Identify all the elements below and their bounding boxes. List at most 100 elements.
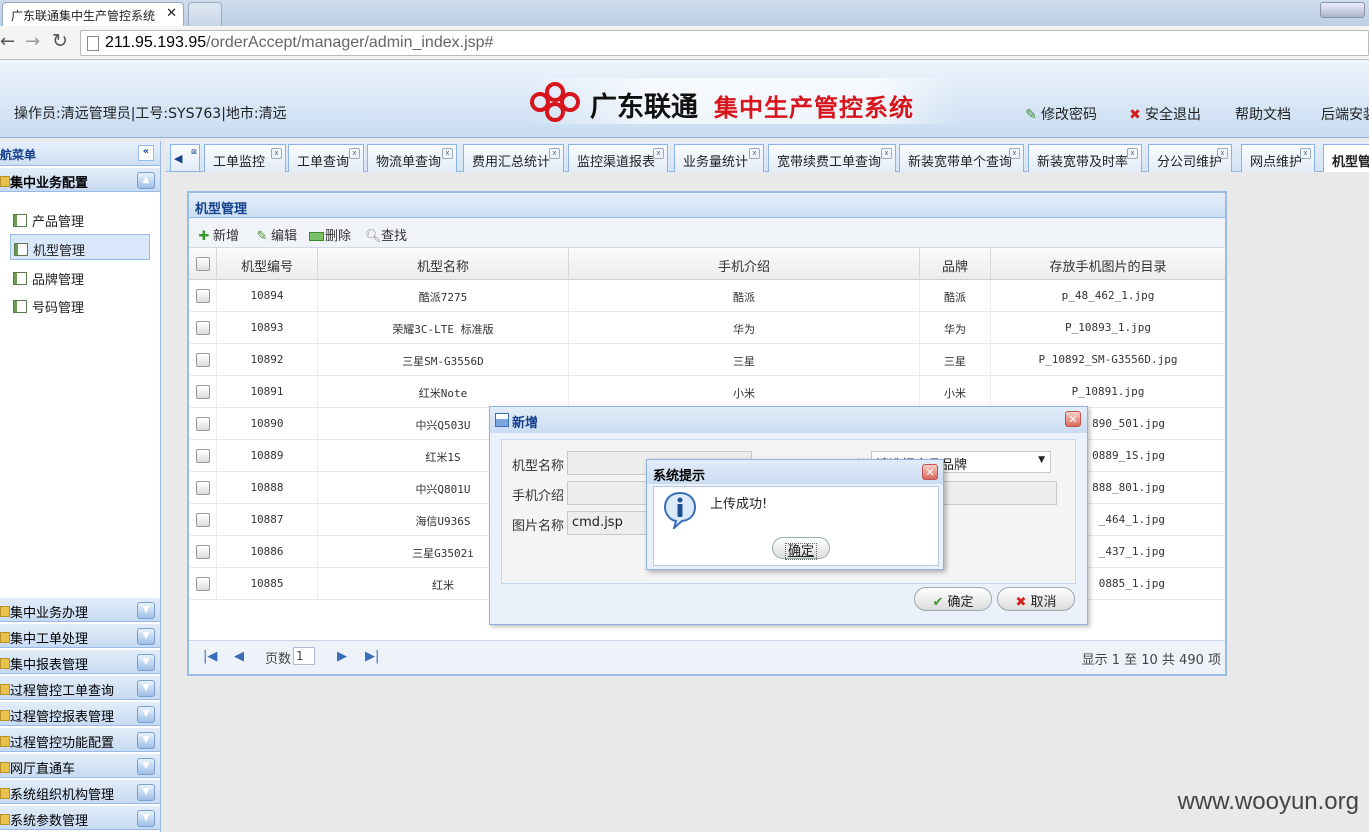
sidebar-item-product[interactable]: 产品管理 (10, 206, 150, 232)
expand-panel-icon[interactable]: ▼ (137, 706, 155, 723)
row-checkbox[interactable] (189, 440, 217, 472)
last-page-icon[interactable]: ▶| (365, 649, 379, 664)
panel-header[interactable]: 过程管控报表管理 ▼ (0, 701, 160, 726)
column-header[interactable]: 品牌 (920, 248, 991, 280)
column-header[interactable]: 机型编号 (217, 248, 318, 280)
sidebar-item-model[interactable]: 机型管理 (10, 234, 150, 260)
row-checkbox[interactable] (189, 312, 217, 344)
sidebar-item-brand[interactable]: 品牌管理 (10, 264, 150, 290)
sidebar-header: 导航菜单 « (0, 141, 160, 166)
table-row[interactable]: 10893 荣耀3C-LTE 标准版 华为 华为 P_10893_1.jpg (189, 312, 1225, 344)
close-tab-icon[interactable]: ✕ (166, 6, 177, 21)
delete-button[interactable]: 删除 (309, 225, 351, 244)
change-password-link[interactable]: ✎ 修改密码 (1024, 104, 1097, 124)
panel-header[interactable]: 过程管控工单查询 ▼ (0, 675, 160, 700)
select-all-checkbox[interactable] (189, 248, 217, 280)
folder-icon (0, 814, 10, 825)
column-header[interactable]: 存放手机图片的目录 (991, 248, 1225, 280)
panel-header[interactable]: 集中工单处理 ▼ (0, 623, 160, 648)
alert-close-icon[interactable]: ✕ (922, 464, 938, 480)
reload-icon[interactable]: ↻ (52, 30, 68, 52)
tab-business-volume[interactable]: 业务量统计 x (674, 144, 764, 172)
system-logo: 广东联通 集中生产管控系统 (524, 78, 960, 124)
row-checkbox[interactable] (189, 280, 217, 312)
expand-panel-icon[interactable]: ▼ (137, 732, 155, 749)
next-page-icon[interactable]: ▶ (337, 649, 347, 664)
panel-header[interactable]: 集中业务办理 ▼ (0, 597, 160, 622)
close-tab-icon[interactable]: x (442, 148, 453, 159)
panel-header-open[interactable]: 集中业务配置 ▲ (0, 167, 160, 192)
table-row[interactable]: 10894 酷派7275 酷派 酷派 p_48_462_1.jpg (189, 280, 1225, 312)
back-icon[interactable]: ← (0, 31, 15, 52)
collapse-panel-icon[interactable]: ▲ (137, 172, 155, 189)
forward-icon[interactable]: → (25, 31, 40, 52)
close-tab-icon[interactable]: x (549, 148, 560, 159)
page-number-input[interactable]: 1 (293, 647, 315, 665)
expand-panel-icon[interactable]: ▼ (137, 810, 155, 827)
tab-channel-report[interactable]: 监控渠道报表 x (568, 144, 668, 172)
tab-order-query[interactable]: 工单查询 x (288, 144, 364, 172)
alert-ok-button[interactable]: 确定 (772, 537, 830, 560)
tab-outlet-maintenance[interactable]: 网点维护 x (1241, 144, 1315, 172)
panel-header[interactable]: 集中报表管理 ▼ (0, 649, 160, 674)
tab-broadband-renewal[interactable]: 宽带续费工单查询 x (768, 144, 896, 172)
address-bar[interactable]: 211.95.193.95/orderAccept/manager/admin_… (80, 30, 1369, 56)
new-tab-button[interactable] (188, 2, 222, 26)
prev-page-icon[interactable]: ◀ (234, 649, 244, 664)
expand-panel-icon[interactable]: ▼ (137, 758, 155, 775)
close-tab-icon[interactable]: x (1217, 148, 1228, 159)
row-checkbox[interactable] (189, 504, 217, 536)
close-tab-icon[interactable]: x (349, 148, 360, 159)
panel-header[interactable]: 系统组织机构管理 ▼ (0, 779, 160, 804)
row-checkbox[interactable] (189, 376, 217, 408)
tab-new-broadband-single[interactable]: 新装宽带单个查询 x (899, 144, 1024, 172)
close-tab-icon[interactable]: x (1300, 148, 1311, 159)
close-tab-icon[interactable]: x (749, 148, 760, 159)
tab-model-management[interactable]: 机型管理 (1323, 144, 1369, 172)
close-tab-icon[interactable]: x (1009, 148, 1020, 159)
panel-header[interactable]: 网厅直通车 ▼ (0, 753, 160, 778)
collapse-sidebar-icon[interactable]: « (138, 145, 154, 161)
dialog-cancel-button[interactable]: ✖ 取消 (997, 587, 1075, 611)
browser-tab-active[interactable]: 广东联通集中生产管控系统 ✕ (2, 2, 184, 26)
expand-panel-icon[interactable]: ▼ (137, 628, 155, 645)
row-checkbox[interactable] (189, 536, 217, 568)
search-button[interactable]: 🔍︎查找 (365, 225, 407, 244)
tab-scroll-left-icon[interactable]: ◀ ⊠ (170, 144, 200, 172)
close-tab-icon[interactable]: x (1127, 148, 1138, 159)
tab-cost-summary[interactable]: 费用汇总统计 x (463, 144, 564, 172)
dialog-close-icon[interactable]: ✕ (1065, 411, 1081, 427)
expand-panel-icon[interactable]: ▼ (137, 680, 155, 697)
row-checkbox[interactable] (189, 472, 217, 504)
search-icon: 🔍︎ (365, 229, 382, 244)
edit-button[interactable]: ✎ 编辑 (255, 225, 297, 244)
dialog-ok-button[interactable]: ✔ 确定 (914, 587, 992, 611)
table-row[interactable]: 10891 红米Note 小米 小米 P_10891.jpg (189, 376, 1225, 408)
expand-panel-icon[interactable]: ▼ (137, 784, 155, 801)
close-tab-icon[interactable]: x (271, 148, 282, 159)
expand-panel-icon[interactable]: ▼ (137, 654, 155, 671)
close-tab-icon[interactable]: x (653, 148, 664, 159)
row-checkbox[interactable] (189, 344, 217, 376)
help-link[interactable]: 帮助文档 (1235, 104, 1291, 124)
tab-new-broadband-rate[interactable]: 新装宽带及时率 x (1028, 144, 1142, 172)
row-checkbox[interactable] (189, 568, 217, 600)
tab-logistics-query[interactable]: 物流单查询 x (367, 144, 457, 172)
table-icon (13, 272, 27, 285)
table-row[interactable]: 10892 三星SM-G3556D 三星 三星 P_10892_SM-G3556D.jp… (189, 344, 1225, 376)
add-button[interactable]: ✚ 新增 (197, 225, 239, 244)
first-page-icon[interactable]: |◀ (203, 649, 217, 664)
panel-header[interactable]: 过程管控功能配置 ▼ (0, 727, 160, 752)
logout-link[interactable]: ✖ 安全退出 (1128, 104, 1201, 124)
column-header[interactable]: 机型名称 (318, 248, 569, 280)
close-tab-icon[interactable]: x (881, 148, 892, 159)
row-checkbox[interactable] (189, 408, 217, 440)
window-minimize-button[interactable] (1320, 2, 1365, 18)
sidebar-item-number[interactable]: 号码管理 (10, 292, 150, 318)
column-header[interactable]: 手机介绍 (569, 248, 920, 280)
tab-order-monitor[interactable]: 工单监控 x (204, 144, 286, 172)
backend-install-link[interactable]: 后端安装 (1321, 104, 1369, 124)
tab-branch-maintenance[interactable]: 分公司维护 x (1148, 144, 1232, 172)
expand-panel-icon[interactable]: ▼ (137, 602, 155, 619)
panel-header[interactable]: 系统参数管理 ▼ (0, 805, 160, 830)
